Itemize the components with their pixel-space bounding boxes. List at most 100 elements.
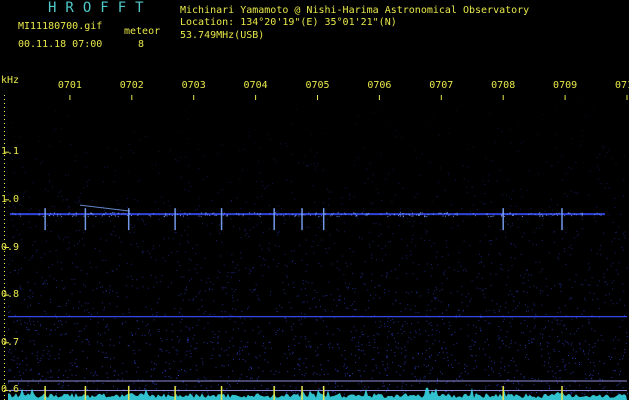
noise-pixel (141, 218, 143, 220)
noise-pixel (135, 333, 137, 335)
noise-pixel (19, 388, 21, 390)
noise-pixel (202, 392, 204, 394)
noise-pixel (469, 245, 471, 246)
noise-pixel (66, 313, 67, 315)
noise-pixel (198, 309, 200, 310)
noise-pixel (345, 282, 347, 284)
noise-pixel (284, 293, 286, 294)
noise-pixel (502, 269, 504, 271)
carrier-pixel (530, 213, 532, 215)
noise-pixel (381, 200, 383, 201)
noise-pixel (612, 303, 614, 305)
noise-pixel (13, 236, 15, 237)
noise-pixel (337, 385, 339, 387)
noise-pixel (104, 357, 106, 359)
noise-pixel (533, 327, 535, 329)
noise-pixel (210, 386, 212, 388)
noise-pixel (131, 278, 133, 280)
noise-pixel (320, 317, 322, 319)
noise-pixel (28, 221, 30, 223)
noise-pixel (238, 358, 240, 360)
noise-pixel (582, 325, 584, 327)
noise-pixel (597, 166, 599, 167)
noise-pixel (428, 323, 430, 325)
noise-pixel (560, 155, 562, 157)
noise-pixel (587, 284, 589, 286)
noise-pixel (137, 366, 139, 368)
carrier-pixel (280, 214, 282, 216)
noise-pixel (550, 215, 552, 217)
noise-pixel (297, 392, 299, 394)
noise-pixel (468, 166, 469, 168)
noise-pixel (102, 206, 104, 208)
noise-pixel (426, 231, 428, 233)
noise-pixel (284, 219, 286, 221)
noise-pixel (38, 373, 40, 374)
noise-pixel (207, 278, 209, 279)
noise-pixel (265, 392, 267, 394)
noise-pixel (31, 352, 33, 354)
noise-pixel (538, 378, 539, 380)
noise-pixel (462, 165, 464, 167)
noise-pixel (608, 214, 610, 216)
noise-pixel (53, 278, 55, 280)
noise-pixel (233, 225, 234, 227)
noise-pixel (487, 323, 489, 324)
noise-pixel (40, 163, 42, 165)
carrier-pixel (427, 214, 429, 216)
noise-pixel (200, 385, 202, 387)
noise-pixel (21, 378, 22, 380)
noise-pixel (480, 256, 482, 258)
noise-pixel (11, 259, 13, 261)
noise-pixel (400, 311, 402, 312)
noise-pixel (306, 301, 308, 303)
noise-pixel (512, 190, 514, 192)
noise-pixel (47, 371, 49, 373)
noise-pixel (337, 328, 339, 330)
noise-pixel (431, 334, 433, 336)
noise-pixel (188, 327, 190, 329)
noise-pixel (288, 346, 289, 347)
noise-pixel (583, 393, 585, 395)
noise-pixel (336, 305, 338, 307)
noise-pixel (430, 275, 432, 277)
noise-pixel (337, 299, 339, 301)
noise-pixel (13, 225, 15, 227)
noise-pixel (527, 306, 529, 308)
carrier-pixel (315, 214, 316, 216)
noise-pixel (525, 347, 527, 349)
noise-pixel (305, 358, 307, 359)
noise-pixel (10, 370, 12, 372)
noise-pixel (175, 231, 177, 233)
noise-pixel (305, 253, 307, 255)
noise-pixel (302, 283, 304, 285)
noise-pixel (572, 357, 574, 359)
noise-pixel (499, 375, 501, 377)
noise-pixel (299, 369, 301, 371)
noise-pixel (597, 156, 598, 158)
noise-pixel (583, 117, 585, 119)
noise-pixel (416, 278, 418, 280)
noise-pixel (156, 314, 158, 316)
noise-pixel (448, 267, 450, 268)
noise-pixel (354, 288, 356, 290)
noise-pixel (418, 263, 420, 265)
noise-pixel (495, 238, 497, 240)
noise-pixel (579, 348, 581, 350)
noise-pixel (109, 289, 111, 291)
noise-pixel (338, 230, 339, 232)
noise-pixel (258, 299, 260, 301)
noise-pixel (26, 323, 28, 325)
noise-pixel (213, 336, 215, 338)
carrier-pixel (137, 214, 139, 216)
noise-pixel (569, 254, 571, 256)
noise-pixel (557, 382, 558, 384)
noise-pixel (622, 249, 624, 251)
y-axis-dot (4, 331, 5, 332)
noise-pixel (343, 302, 345, 304)
noise-pixel (618, 339, 620, 341)
noise-pixel (396, 386, 398, 388)
noise-pixel (444, 270, 446, 272)
noise-pixel (77, 266, 78, 268)
noise-pixel (98, 350, 100, 352)
